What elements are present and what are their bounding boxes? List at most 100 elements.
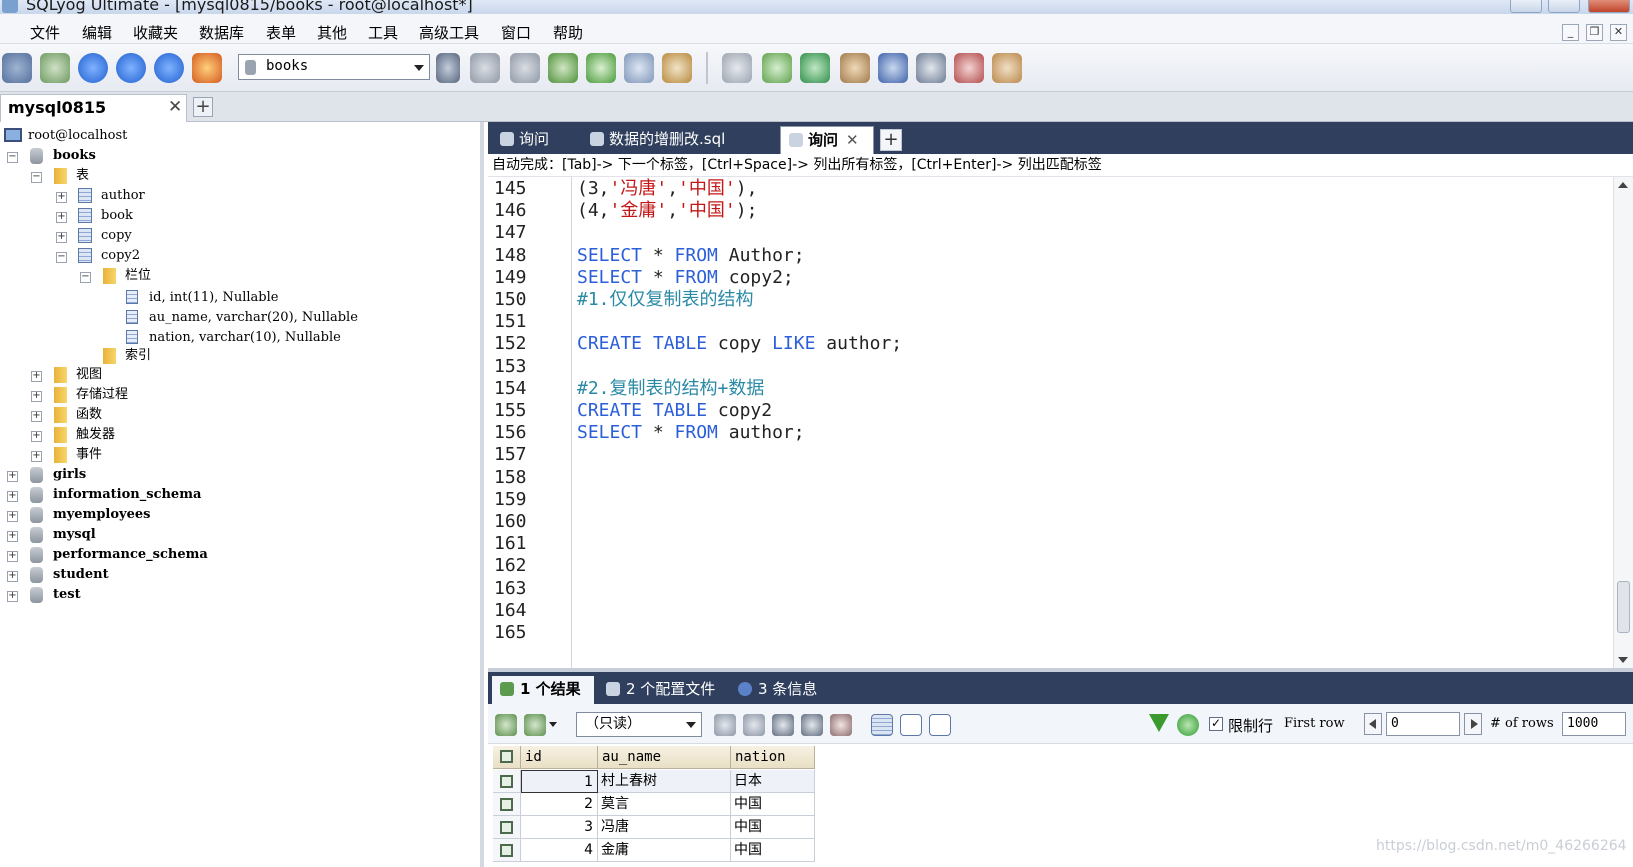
minimize-button[interactable] bbox=[1510, 0, 1542, 13]
form-mode-icon[interactable] bbox=[900, 714, 922, 736]
code-line[interactable]: #2.复制表的结构+数据 bbox=[577, 377, 764, 400]
row-select[interactable] bbox=[493, 839, 521, 862]
code-line[interactable]: (4,'金庸','中国'); bbox=[577, 199, 757, 222]
mdi-close-button[interactable]: ✕ bbox=[1610, 24, 1627, 41]
scheduler-icon[interactable] bbox=[878, 53, 908, 83]
result-mode-select[interactable]: （只读） bbox=[576, 712, 702, 737]
prev-page-button[interactable] bbox=[1364, 713, 1382, 735]
expand-icon[interactable]: + bbox=[7, 551, 18, 562]
duplicate-row-icon[interactable] bbox=[743, 714, 765, 736]
code-line[interactable]: CREATE TABLE copy2 bbox=[577, 399, 772, 422]
expand-icon[interactable]: + bbox=[31, 391, 42, 402]
close-icon[interactable]: ✕ bbox=[846, 131, 859, 149]
add-connection-button[interactable]: + bbox=[193, 97, 213, 117]
sql-editor[interactable]: 145 146 147 148 149 150 151 152 153 154 155 156 157 1… bbox=[488, 176, 1633, 668]
menu-edit[interactable]: 编辑 bbox=[82, 22, 112, 43]
new-connection-icon[interactable] bbox=[40, 53, 70, 83]
table-cell[interactable]: 金庸 bbox=[598, 839, 731, 862]
tab-messages[interactable]: 3 条信息 bbox=[730, 676, 830, 704]
tree-triggers-folder[interactable]: 触发器 bbox=[76, 425, 115, 445]
tab-query-active[interactable]: 询问 ✕ bbox=[780, 126, 874, 154]
table-cell[interactable]: 4 bbox=[521, 839, 598, 862]
tree-db-mysql[interactable]: mysql bbox=[53, 525, 96, 545]
tree-index-folder[interactable]: 索引 bbox=[125, 346, 151, 366]
menu-database[interactable]: 数据库 bbox=[199, 22, 244, 43]
expand-icon[interactable]: + bbox=[31, 431, 42, 442]
column-header-au-name[interactable]: au_name bbox=[598, 746, 731, 769]
rows-input[interactable]: 1000 bbox=[1562, 712, 1626, 736]
table-cell[interactable]: 莫言 bbox=[598, 793, 731, 816]
table-cell[interactable]: 冯唐 bbox=[598, 816, 731, 839]
tree-table-author[interactable]: author bbox=[101, 186, 145, 206]
row-select[interactable] bbox=[493, 816, 521, 839]
tree-table-copy[interactable]: copy bbox=[101, 226, 132, 246]
tab-sql-file[interactable]: 数据的增删改.sql bbox=[582, 126, 766, 154]
tree-host[interactable]: root@localhost bbox=[28, 126, 127, 146]
menu-tools[interactable]: 工具 bbox=[368, 22, 398, 43]
connection-tab[interactable]: mysql0815 ✕ bbox=[0, 94, 187, 122]
tab-profile[interactable]: 2 个配置文件 bbox=[598, 676, 726, 704]
tree-functions-folder[interactable]: 函数 bbox=[76, 405, 102, 425]
collapse-icon[interactable]: − bbox=[80, 272, 91, 283]
collapse-icon[interactable]: − bbox=[31, 172, 42, 183]
code-line[interactable]: (3,'冯唐','中国'), bbox=[577, 177, 757, 200]
tree-db-student[interactable]: student bbox=[53, 565, 109, 585]
user-manager-icon[interactable] bbox=[436, 53, 460, 83]
create-table-icon[interactable] bbox=[510, 53, 540, 83]
create-database-icon[interactable] bbox=[470, 53, 500, 83]
export-icon[interactable] bbox=[586, 53, 616, 83]
tree-column-id[interactable]: id, int(11), Nullable bbox=[149, 288, 278, 308]
maximize-button[interactable] bbox=[1548, 0, 1580, 13]
expand-icon[interactable]: + bbox=[31, 451, 42, 462]
designer-icon[interactable] bbox=[954, 53, 984, 83]
table-cell[interactable]: 2 bbox=[521, 793, 598, 816]
editor-scrollbar[interactable] bbox=[1613, 177, 1633, 668]
database-select[interactable]: books bbox=[238, 54, 430, 80]
expand-icon[interactable]: + bbox=[7, 491, 18, 502]
mdi-minimize-button[interactable]: _ bbox=[1562, 24, 1579, 41]
scroll-thumb[interactable] bbox=[1617, 581, 1630, 633]
table-cell[interactable]: 中国 bbox=[731, 793, 815, 816]
limit-rows-checkbox[interactable]: ✓ bbox=[1209, 717, 1223, 731]
tab-result[interactable]: 1 个结果 bbox=[492, 676, 594, 704]
expand-icon[interactable]: + bbox=[7, 531, 18, 542]
sync-icon[interactable] bbox=[800, 53, 830, 83]
code-line[interactable]: SELECT * FROM copy2; bbox=[577, 266, 794, 289]
restore-icon[interactable] bbox=[762, 53, 792, 83]
expand-icon[interactable]: + bbox=[56, 232, 67, 243]
scroll-down-icon[interactable] bbox=[1618, 657, 1628, 663]
table-cell[interactable]: 3 bbox=[521, 816, 598, 839]
tree-column-au-name[interactable]: au_name, varchar(20), Nullable bbox=[149, 308, 358, 328]
import-icon[interactable] bbox=[548, 53, 578, 83]
backup-icon[interactable] bbox=[722, 53, 752, 83]
table-cell[interactable]: 中国 bbox=[731, 839, 815, 862]
expand-icon[interactable]: + bbox=[56, 192, 67, 203]
table-cell[interactable]: 中国 bbox=[731, 816, 815, 839]
monitor-icon[interactable] bbox=[916, 53, 946, 83]
tree-db-myemployees[interactable]: myemployees bbox=[53, 505, 150, 525]
expand-icon[interactable]: + bbox=[7, 571, 18, 582]
grid-view-icon[interactable] bbox=[495, 714, 517, 736]
menu-table[interactable]: 表单 bbox=[266, 22, 296, 43]
menu-favorites[interactable]: 收藏夹 bbox=[133, 22, 178, 43]
tree-views-folder[interactable]: 视图 bbox=[76, 365, 102, 385]
row-select[interactable] bbox=[493, 793, 521, 816]
insert-row-icon[interactable] bbox=[714, 714, 736, 736]
menu-help[interactable]: 帮助 bbox=[553, 22, 583, 43]
execute-all-icon[interactable] bbox=[116, 53, 146, 83]
code-line[interactable]: CREATE TABLE copy LIKE author; bbox=[577, 332, 902, 355]
table-cell[interactable]: 村上春树 bbox=[598, 770, 731, 793]
cancel-changes-icon[interactable] bbox=[830, 714, 852, 736]
tree-db-information-schema[interactable]: information_schema bbox=[53, 485, 201, 505]
execute-query-icon[interactable] bbox=[78, 53, 108, 83]
code-line[interactable]: #1.仅仅复制表的结构 bbox=[577, 288, 754, 311]
export-result-icon[interactable] bbox=[524, 714, 546, 736]
save-icon[interactable] bbox=[772, 714, 794, 736]
tree-db-books[interactable]: books bbox=[53, 146, 96, 166]
mdi-restore-button[interactable]: ❐ bbox=[1586, 24, 1603, 41]
close-button[interactable] bbox=[1588, 0, 1630, 13]
schema-icon[interactable] bbox=[662, 53, 692, 83]
menu-advanced-tools[interactable]: 高级工具 bbox=[419, 22, 479, 43]
delete-icon[interactable] bbox=[801, 714, 823, 736]
code-line[interactable]: SELECT * FROM author; bbox=[577, 421, 805, 444]
